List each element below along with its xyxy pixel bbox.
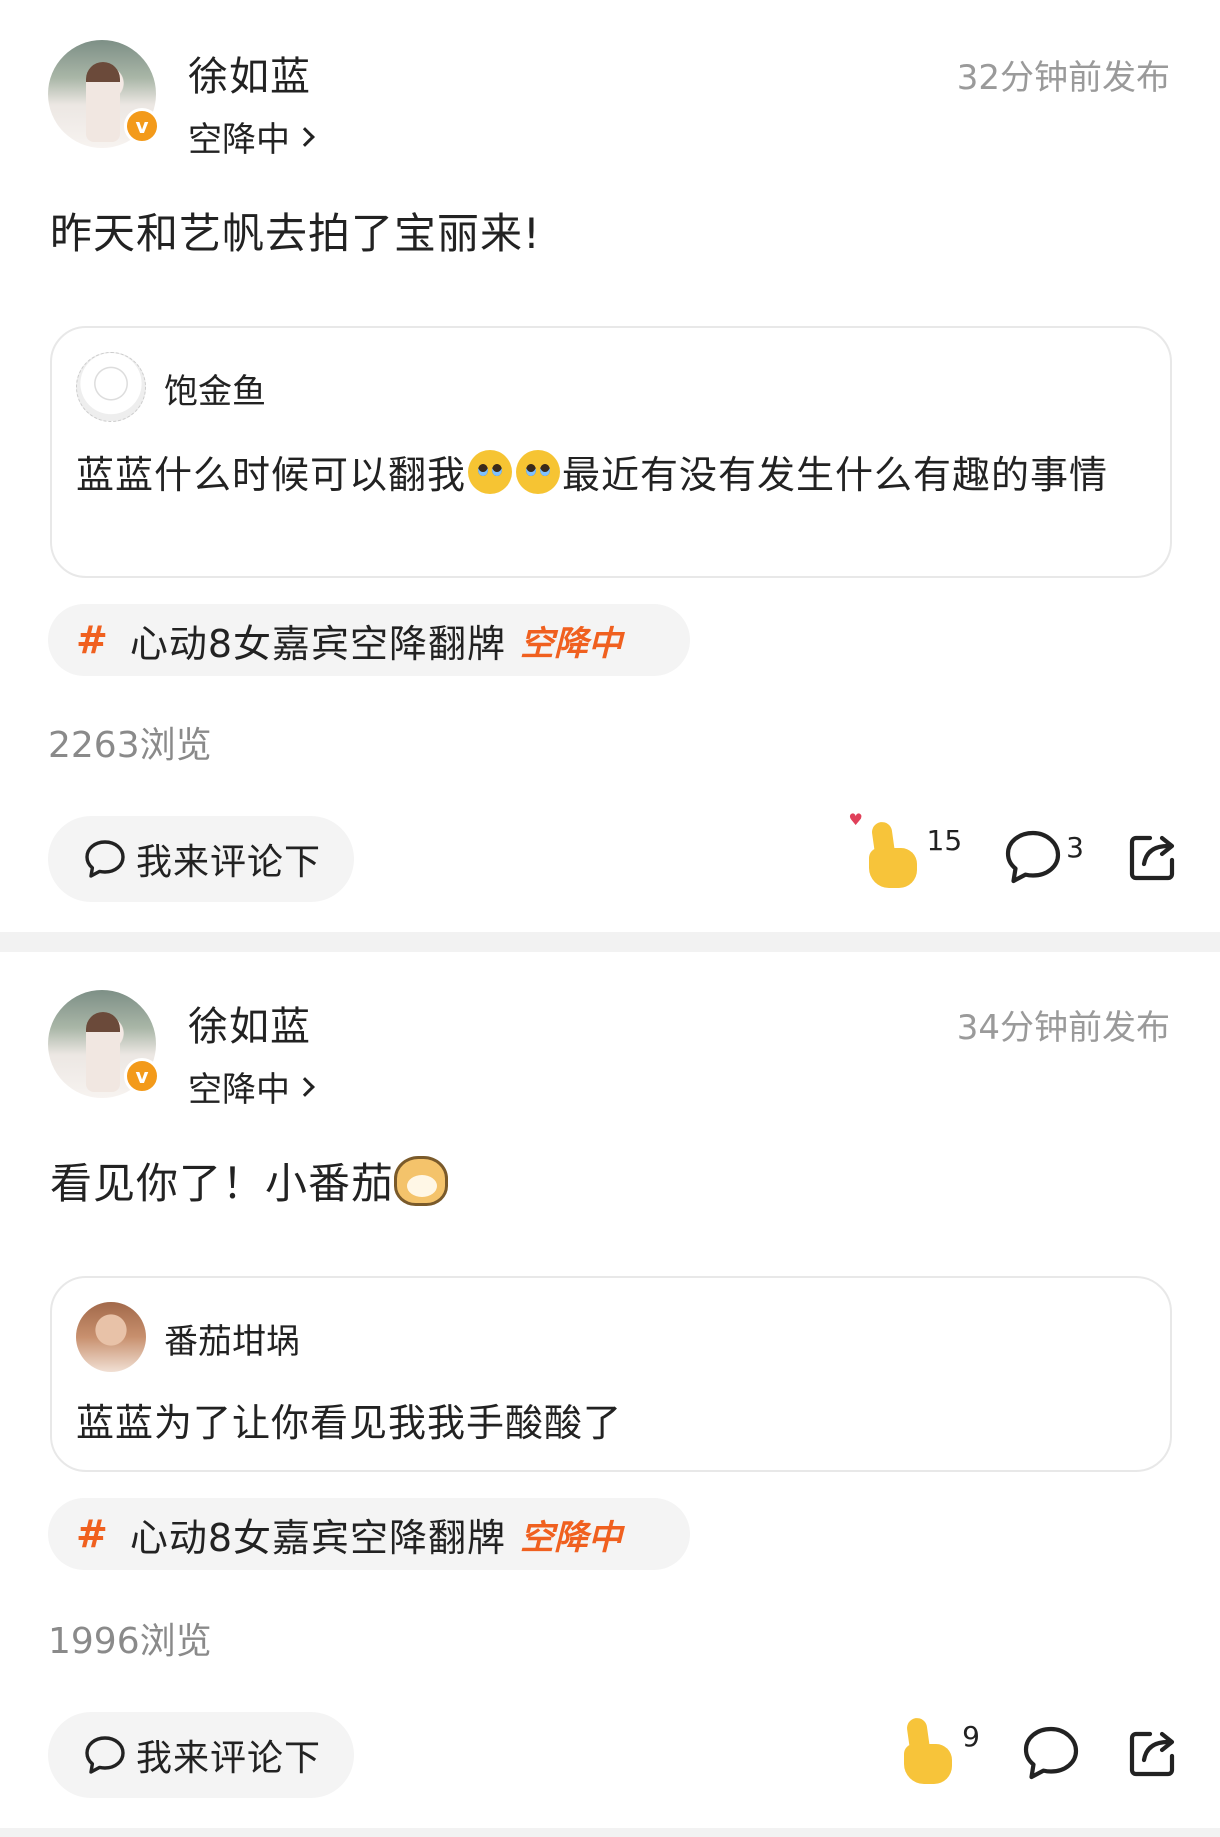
live-status-link[interactable]: 空降中	[188, 112, 315, 161]
question-text-part: 最近有没有发生什么有趣的事情	[562, 453, 1109, 497]
like-button[interactable]: 9	[900, 1716, 980, 1788]
chevron-right-icon	[295, 1076, 315, 1097]
live-status-link[interactable]: 空降中	[188, 1062, 315, 1111]
post-actions: 9	[858, 1708, 1180, 1798]
thumbs-up-palm	[868, 848, 917, 888]
avatar-photo	[86, 1012, 120, 1092]
topic-tag: 空降中	[520, 1517, 623, 1558]
post-separator	[0, 932, 1220, 952]
avatar-photo	[86, 62, 120, 142]
asker-avatar[interactable]	[76, 1302, 146, 1372]
quoted-question[interactable]: 番茄坩埚 蓝蓝为了让你看见我我手酸酸了	[50, 1276, 1172, 1472]
topic-label: 心动8女嘉宾空降翻牌	[129, 621, 507, 666]
post-separator	[0, 1828, 1220, 1837]
comment-bubble-icon	[85, 840, 125, 878]
author-avatar[interactable]: v	[48, 40, 160, 148]
hash-icon: #	[76, 1512, 108, 1556]
chevron-right-icon	[295, 126, 315, 147]
post-content: 看见你了！小番茄	[50, 1150, 449, 1211]
post-card: v 徐如蓝 空降中 34分钟前发布 看见你了！小番茄 番茄坩埚 蓝蓝为了让你看见…	[0, 952, 1220, 1830]
author-avatar[interactable]: v	[48, 990, 160, 1098]
post-timestamp: 34分钟前发布	[956, 1008, 1170, 1048]
like-button[interactable]: ♥ 15	[849, 810, 963, 892]
comment-button-label: 我来评论下	[136, 1738, 322, 1779]
quoted-question[interactable]: 饱金鱼 蓝蓝什么时候可以翻我 最近有没有发生什么有趣的事情	[50, 326, 1172, 578]
topic-label: 心动8女嘉宾空降翻牌	[129, 1515, 507, 1560]
comment-bubble-icon	[85, 1736, 125, 1774]
author-name[interactable]: 徐如蓝	[188, 994, 311, 1052]
thumbs-up-palm	[904, 1744, 953, 1784]
comments-button[interactable]	[1022, 1725, 1084, 1781]
comment-count: 3	[1066, 831, 1084, 864]
view-count: 1996浏览	[48, 1621, 212, 1662]
asker-name[interactable]: 饱金鱼	[164, 364, 266, 413]
asker-avatar[interactable]	[76, 352, 146, 422]
comment-button[interactable]: 我来评论下	[48, 1712, 354, 1798]
verified-badge-icon: v	[124, 1058, 160, 1094]
pleading-face-emoji	[516, 450, 561, 494]
thumbs-up-icon: ♥	[849, 810, 923, 892]
topic-tag: 空降中	[520, 623, 623, 664]
post-timestamp: 32分钟前发布	[956, 58, 1170, 98]
hearts-icon: ♥	[848, 810, 863, 829]
post-card: v 徐如蓝 空降中 32分钟前发布 昨天和艺帆去拍了宝丽来! 饱金鱼 蓝蓝什么时…	[0, 0, 1220, 932]
doge-emoji	[394, 1156, 449, 1206]
topic-chip[interactable]: # 心动8女嘉宾空降翻牌 空降中	[48, 1498, 690, 1570]
post-actions: ♥ 15 3	[823, 810, 1180, 902]
share-icon	[1129, 1731, 1175, 1777]
comment-button[interactable]: 我来评论下	[48, 816, 354, 902]
comments-button[interactable]: 3	[1004, 829, 1084, 885]
hash-icon: #	[76, 618, 108, 662]
share-button[interactable]	[1126, 830, 1180, 884]
status-label: 空降中	[188, 120, 290, 160]
comment-bubble-icon	[1006, 830, 1061, 884]
comment-bubble-icon	[1023, 1726, 1079, 1780]
question-text: 蓝蓝为了让你看见我我手酸酸了	[76, 1401, 623, 1445]
post-content: 昨天和艺帆去拍了宝丽来!	[50, 209, 541, 258]
share-icon	[1129, 835, 1175, 881]
thumbs-up-icon	[900, 1716, 958, 1788]
comment-button-label: 我来评论下	[136, 842, 322, 883]
question-text: 蓝蓝什么时候可以翻我 最近有没有发生什么有趣的事情	[76, 446, 1146, 504]
post-content-text: 看见你了！小番茄	[50, 1159, 395, 1208]
pleading-face-emoji	[468, 450, 513, 494]
author-name[interactable]: 徐如蓝	[188, 44, 311, 102]
like-count: 9	[962, 1720, 980, 1753]
share-button[interactable]	[1126, 1726, 1180, 1780]
topic-chip[interactable]: # 心动8女嘉宾空降翻牌 空降中	[48, 604, 690, 676]
question-text-part: 蓝蓝什么时候可以翻我	[76, 453, 467, 497]
asker-name[interactable]: 番茄坩埚	[164, 1314, 300, 1363]
view-count: 2263浏览	[48, 725, 212, 766]
like-count: 15	[926, 824, 963, 857]
verified-badge-icon: v	[124, 108, 160, 144]
status-label: 空降中	[188, 1070, 290, 1110]
